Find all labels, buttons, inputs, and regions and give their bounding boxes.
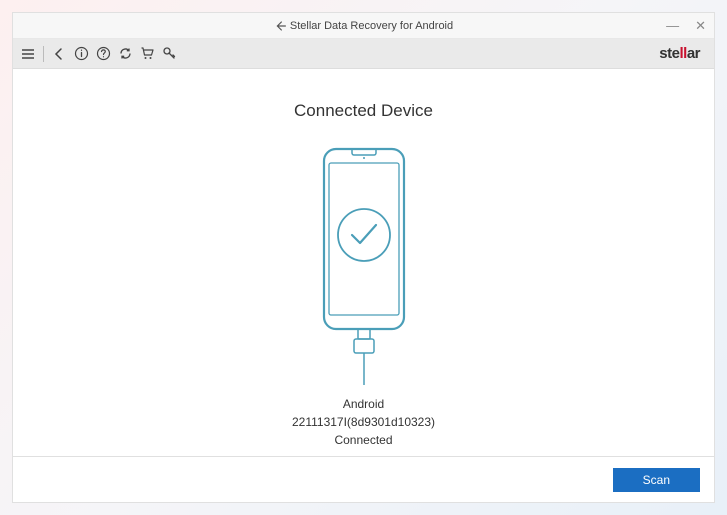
back-arrow-icon (274, 20, 286, 32)
brand-accent: ll (679, 45, 686, 62)
device-id: 22111317I(8d9301d10323) (292, 413, 435, 431)
device-status: Connected (292, 431, 435, 449)
main-content: Connected Device Android 22111317I(8d930… (13, 69, 714, 456)
minimize-button[interactable]: — (662, 18, 683, 33)
window-title: Stellar Data Recovery for Android (290, 20, 453, 32)
brand-logo: stellar (659, 45, 708, 62)
titlebar: Stellar Data Recovery for Android — ✕ (13, 13, 714, 39)
brand-prefix: ste (659, 45, 679, 62)
help-icon[interactable] (94, 45, 112, 63)
window-controls: — ✕ (662, 18, 710, 34)
window-title-container: Stellar Data Recovery for Android (274, 20, 453, 32)
connected-phone-illustration (314, 145, 414, 385)
key-icon[interactable] (160, 45, 178, 63)
cart-icon[interactable] (138, 45, 156, 63)
app-window: Stellar Data Recovery for Android — ✕ (12, 12, 715, 503)
close-button[interactable]: ✕ (691, 18, 710, 34)
footer: Scan (13, 456, 714, 502)
brand-suffix: ar (687, 45, 700, 62)
device-info: Android 22111317I(8d9301d10323) Connecte… (292, 395, 435, 449)
refresh-icon[interactable] (116, 45, 134, 63)
page-heading: Connected Device (294, 101, 433, 121)
scan-button[interactable]: Scan (613, 468, 700, 492)
device-name: Android (292, 395, 435, 413)
back-icon[interactable] (50, 45, 68, 63)
info-icon[interactable] (72, 45, 90, 63)
divider (43, 46, 44, 62)
toolbar: stellar (13, 39, 714, 69)
menu-icon[interactable] (19, 45, 37, 63)
